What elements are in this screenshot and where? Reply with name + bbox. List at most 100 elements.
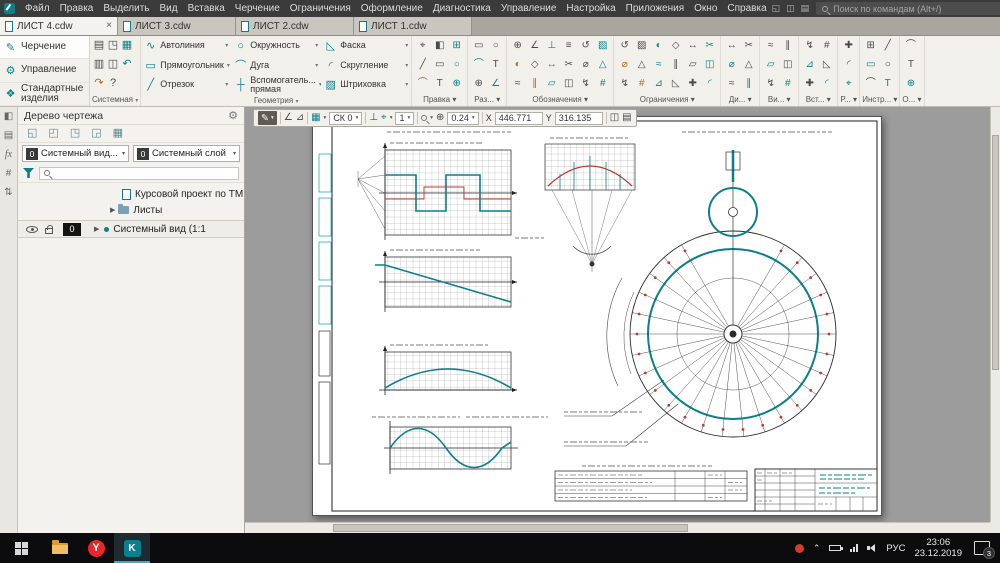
document-tab[interactable]: ЛИСТ 1.cdw <box>354 17 472 35</box>
menu-item[interactable]: Приложения <box>621 0 690 17</box>
tool-icon[interactable]: ↯ <box>621 79 629 89</box>
panel-grid-icon[interactable]: # <box>6 169 12 179</box>
horizontal-scrollbar[interactable] <box>245 522 990 533</box>
vertical-scrollbar[interactable] <box>990 107 1000 522</box>
tool-button[interactable]: ∿Автолиния▾ <box>141 36 231 56</box>
tool-icon[interactable]: ⊿ <box>806 60 814 70</box>
tool-icon[interactable]: ╱ <box>885 41 891 51</box>
tool-icon[interactable]: ⌖ <box>420 41 426 51</box>
tool-icon[interactable]: ╱ <box>420 60 426 70</box>
taskbar-browser-button[interactable]: Y <box>78 533 114 563</box>
drawing-canvas[interactable]: ✎ ▾ ∠ ⊿ ▦ ▾ СК 0 ▾ ⊥ ⌖ ▾ 1 ▾ ▾ ⊕ <box>245 107 1000 533</box>
tool-icon[interactable]: ≈ <box>515 79 521 89</box>
section-label[interactable]: Раз... ▾ <box>468 94 506 106</box>
panel-parameters-icon[interactable]: ▤ <box>4 131 13 141</box>
menu-item[interactable]: Окно <box>689 0 722 17</box>
tool-icon[interactable]: ◜ <box>708 79 712 89</box>
current-layer-select[interactable]: 0 Системный слой ▾ <box>133 145 240 162</box>
tool-icon[interactable]: ✂ <box>745 41 753 51</box>
tool-icon[interactable]: ↺ <box>621 41 629 51</box>
step-select[interactable]: 1 ▾ <box>395 112 414 125</box>
panel-tree-icon[interactable]: ◧ <box>4 112 13 122</box>
tool-icon[interactable]: ⊕ <box>514 41 522 51</box>
section-label[interactable]: Р... ▾ <box>838 94 859 106</box>
menu-item[interactable]: Выделить <box>98 0 154 17</box>
filter-funnel-icon[interactable] <box>23 168 34 178</box>
tool-icon[interactable]: ○ <box>885 60 891 70</box>
menu-item[interactable]: Управление <box>496 0 562 17</box>
tool-icon[interactable]: ↯ <box>767 79 775 89</box>
tree-views-icon[interactable]: ◰ <box>48 128 58 139</box>
tool-icon[interactable]: ⌒ <box>418 79 428 89</box>
angle-icon[interactable]: ∠ <box>284 113 293 123</box>
tool-icon[interactable]: △ <box>599 60 607 70</box>
tree-layers-icon[interactable]: ◳ <box>70 128 80 139</box>
section-label-geometry[interactable]: Геометрия ▾ <box>141 95 411 106</box>
tool-button[interactable]: ◺Фаска▾ <box>321 36 411 56</box>
tree-structure-icon[interactable]: ◱ <box>27 128 37 139</box>
tool-icon[interactable]: ◫ <box>783 60 792 70</box>
tree-item-root[interactable]: Курсовой проект по ТМ <box>18 186 244 202</box>
tool-icon[interactable]: ≈ <box>656 60 662 70</box>
style-selector-button[interactable]: ✎ ▾ <box>258 111 277 125</box>
current-view-select[interactable]: 0 Системный вид... ▾ <box>22 145 129 162</box>
gear-icon[interactable]: ⚙ <box>228 109 238 122</box>
tray-app-icon[interactable] <box>795 544 804 553</box>
tree-search-input[interactable] <box>39 167 239 180</box>
print-icon[interactable]: ▥ <box>94 59 104 70</box>
zoom-icon[interactable] <box>421 115 427 121</box>
section-label[interactable]: Ди... ▾ <box>721 94 759 106</box>
tool-icon[interactable]: ✚ <box>806 79 814 89</box>
menu-item[interactable]: Диагностика <box>428 0 496 17</box>
tool-icon[interactable]: ↔ <box>547 60 557 70</box>
tool-icon[interactable]: ▨ <box>598 41 607 51</box>
tool-icon[interactable]: ≈ <box>768 41 774 51</box>
tool-icon[interactable]: ▱ <box>548 79 556 89</box>
section-label-system[interactable]: Системная ▾ <box>90 94 140 106</box>
tool-icon[interactable]: ✂ <box>565 60 573 70</box>
taskbar-kompas-button[interactable]: K <box>114 533 150 563</box>
tool-icon[interactable]: ⌀ <box>583 60 589 70</box>
document-tab[interactable]: ЛИСТ 2.cdw <box>236 17 354 35</box>
tool-icon[interactable]: ○ <box>454 60 460 70</box>
tool-icon[interactable]: ⌖ <box>846 79 852 89</box>
tree-settings-icon[interactable]: ▦ <box>113 128 123 139</box>
menu-item[interactable]: Вид <box>155 0 183 17</box>
panel-swap-icon[interactable]: ⇅ <box>4 188 12 198</box>
tool-icon[interactable]: ⌒ <box>866 79 876 89</box>
tool-icon[interactable]: ⊕ <box>907 79 915 89</box>
tool-icon[interactable]: ◜ <box>825 79 829 89</box>
tool-icon[interactable]: ◇ <box>672 41 680 51</box>
tool-icon[interactable]: ↔ <box>688 41 698 51</box>
section-label[interactable]: Вст... ▾ <box>799 94 837 106</box>
visibility-eye-icon[interactable] <box>26 224 38 235</box>
tool-icon[interactable]: ◜ <box>847 60 851 70</box>
expand-arrow-icon[interactable]: ▶ <box>110 206 115 214</box>
tool-icon[interactable]: △ <box>745 60 753 70</box>
tool-icon[interactable]: ∥ <box>746 79 751 89</box>
tool-icon[interactable]: ⊿ <box>655 79 663 89</box>
tool-icon[interactable]: ▭ <box>435 60 444 70</box>
coordinate-system-select[interactable]: СК 0 ▾ <box>329 112 362 125</box>
tool-icon[interactable]: ∠ <box>491 79 500 89</box>
drawing-sheet[interactable] <box>312 116 882 516</box>
toolset-button[interactable]: ⚙Управление <box>0 59 89 82</box>
undo-icon[interactable]: ↶ <box>122 59 131 70</box>
zoom-fit-icon[interactable]: ⊕ <box>436 113 444 123</box>
tool-icon[interactable]: ≈ <box>729 79 735 89</box>
keyboard-input-icon[interactable]: ▤ <box>622 113 631 123</box>
menu-item[interactable]: Черчение <box>230 0 285 17</box>
tool-icon[interactable]: ◧ <box>435 41 444 51</box>
window-tool-icon[interactable]: ◱ <box>772 0 781 17</box>
tree-item-sheets[interactable]: ▶ Листы <box>18 202 244 218</box>
tool-icon[interactable]: T <box>908 60 914 70</box>
menu-item[interactable]: Настройка <box>561 0 620 17</box>
expand-arrow-icon[interactable]: ▶ <box>94 225 99 233</box>
section-label[interactable]: Ви... ▾ <box>760 94 798 106</box>
tool-icon[interactable]: ◺ <box>823 60 831 70</box>
ortho-mode-icon[interactable]: ⊿ <box>296 113 304 123</box>
section-label[interactable]: Правка ▾ <box>412 94 467 106</box>
tool-icon[interactable]: ⌀ <box>622 60 628 70</box>
tool-icon[interactable]: ∥ <box>532 79 537 89</box>
language-indicator[interactable]: РУС <box>886 543 905 554</box>
